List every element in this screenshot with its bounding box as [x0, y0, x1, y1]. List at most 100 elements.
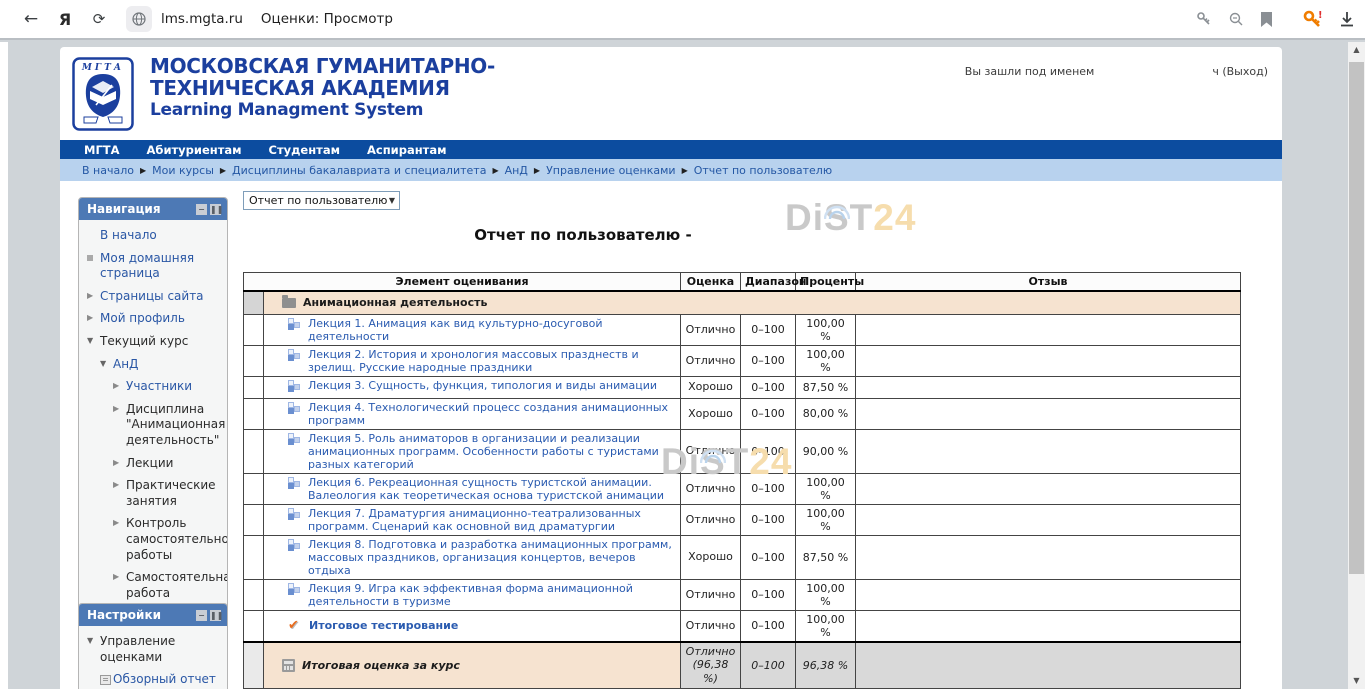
table-row: Лекция 6. Рекреационная сущность туристс…: [244, 473, 1241, 504]
lesson-icon: [288, 349, 301, 362]
lesson-icon: [288, 477, 301, 490]
grade-value: Отлично(90,00 %): [681, 429, 741, 473]
grade-item-link[interactable]: Лекция 8. Подготовка и разработка анимац…: [288, 538, 676, 577]
grade-item-link[interactable]: Лекция 7. Драматургия анимационно-театра…: [288, 507, 676, 533]
grade-item-link[interactable]: Лекция 6. Рекреационная сущность туристс…: [288, 476, 676, 502]
sidebar-item[interactable]: ▼Текущий курс: [87, 334, 221, 350]
sidebar-item[interactable]: Обзорный отчет: [87, 672, 221, 688]
yandex-logo-icon[interactable]: Я: [48, 10, 82, 29]
sidebar-item[interactable]: ▼АнД: [87, 357, 221, 373]
logout-link[interactable]: ч (Выход): [1212, 65, 1268, 78]
lesson-icon: [288, 539, 301, 552]
breadcrumb-link[interactable]: В начало: [82, 164, 134, 177]
download-icon[interactable]: [1339, 11, 1355, 28]
sidebar-item-label: Участники: [126, 379, 192, 395]
grade-value: Отлично(100,00 %): [681, 610, 741, 642]
sidebar-item-label: Страницы сайта: [100, 289, 204, 305]
collapse-block-icon[interactable]: −: [196, 204, 207, 215]
sidebar-item[interactable]: ▶Практические занятия: [87, 478, 221, 509]
item-title: Лекция 8. Подготовка и разработка анимац…: [308, 538, 676, 577]
sidebar-item-label: Текущий курс: [100, 334, 188, 350]
course-total-row: Итоговая оценка за курс Отлично(96,38 %)…: [244, 642, 1241, 689]
sidebar-item[interactable]: ▶Мой профиль: [87, 311, 221, 327]
chevron-right-icon: ▶: [113, 402, 126, 449]
sidebar-item[interactable]: ▼Управление оценками: [87, 634, 221, 665]
settings-block-header: Настройки −❚❚: [79, 604, 227, 626]
page-scrollbar[interactable]: ▲ ▼: [1348, 42, 1365, 689]
grade-item-link[interactable]: ✔Итоговое тестирование: [288, 619, 458, 632]
search-icon[interactable]: [1228, 11, 1244, 27]
breadcrumb-link[interactable]: Управление оценками: [546, 164, 676, 177]
grade-item-link[interactable]: Лекция 3. Сущность, функция, типология и…: [288, 379, 657, 393]
sidebar-item[interactable]: Моя домашняя страница: [87, 251, 221, 282]
site-header: МГТА МОСКОВСКАЯ ГУМАНИТАРНО- ТЕХНИЧЕСКАЯ…: [60, 47, 1282, 140]
main-menu-item[interactable]: МГТА: [84, 143, 120, 157]
grade-item-link[interactable]: Лекция 2. История и хронология массовых …: [288, 348, 676, 374]
grade-value: Отлично(100,00 %): [681, 314, 741, 345]
back-icon[interactable]: ←: [14, 9, 48, 29]
sidebar-item[interactable]: ▶Контроль самостоятельной работы: [87, 516, 221, 563]
url-text[interactable]: lms.mgta.ru: [161, 11, 243, 27]
grade-item-link[interactable]: Лекция 9. Игра как эффективная форма ани…: [288, 582, 676, 608]
sidebar-item-label: Контроль самостоятельной работы: [126, 516, 228, 563]
scrollbar-thumb[interactable]: [1349, 62, 1364, 574]
breadcrumb-separator-icon: ▶: [140, 166, 146, 175]
item-title: Лекция 6. Рекреационная сущность туристс…: [308, 476, 676, 502]
main-menu: МГТА Абитуриентам Студентам Аспирантам: [60, 140, 1282, 159]
feedback-cell: [856, 610, 1241, 642]
page-title: Отчет по пользователю -: [243, 226, 1263, 244]
collapse-block-icon[interactable]: −: [196, 610, 207, 621]
report-type-select[interactable]: Отчет по пользователю▼: [243, 191, 400, 210]
sidebar-item[interactable]: ▶Участники: [87, 379, 221, 395]
table-row: Лекция 8. Подготовка и разработка анимац…: [244, 535, 1241, 579]
lesson-icon: [288, 318, 301, 331]
academy-title: МОСКОВСКАЯ ГУМАНИТАРНО- ТЕХНИЧЕСКАЯ АКАД…: [150, 55, 495, 120]
sidebar-item[interactable]: ▶Страницы сайта: [87, 289, 221, 305]
main-menu-item[interactable]: Аспирантам: [367, 143, 446, 157]
password-key-icon[interactable]: [1196, 11, 1212, 27]
no-bullet: [87, 228, 100, 244]
item-title: Лекция 3. Сущность, функция, типология и…: [308, 379, 657, 393]
table-row: Лекция 4. Технологический процесс создан…: [244, 398, 1241, 429]
breadcrumb-link[interactable]: АнД: [505, 164, 528, 177]
breadcrumb-link[interactable]: Отчет по пользователю: [694, 164, 832, 177]
scroll-up-icon[interactable]: ▲: [1348, 42, 1365, 58]
breadcrumb-link[interactable]: Дисциплины бакалавриата и специалитета: [232, 164, 486, 177]
grade-value: Отлично(100,00 %): [681, 345, 741, 376]
sidebar-item[interactable]: В начало: [87, 228, 221, 244]
scroll-down-icon[interactable]: ▼: [1348, 673, 1365, 689]
grade-item-link[interactable]: Лекция 5. Роль аниматоров в организации …: [288, 432, 676, 471]
grade-value: Хорошо(80,00 %): [681, 398, 741, 429]
bookmark-icon[interactable]: [1260, 12, 1273, 27]
navigation-block: Навигация −❚❚ В началоМоя домашняя стран…: [78, 197, 228, 642]
item-title: Лекция 2. История и хронология массовых …: [308, 348, 676, 374]
grade-item-link[interactable]: Лекция 4. Технологический процесс создан…: [288, 401, 676, 427]
browser-toolbar: ← Я ⟳ lms.mgta.ru Оценки: Просмотр !: [0, 0, 1365, 40]
chevron-right-icon: ▶: [113, 516, 126, 563]
item-title: Лекция 9. Игра как эффективная форма ани…: [308, 582, 676, 608]
main-menu-item[interactable]: Абитуриентам: [147, 143, 242, 157]
grade-item-link[interactable]: Лекция 1. Анимация как вид культурно-дос…: [288, 317, 676, 343]
dock-block-icon[interactable]: ❚❚: [210, 610, 221, 621]
sidebar-item[interactable]: ▶Лекции: [87, 456, 221, 472]
dock-block-icon[interactable]: ❚❚: [210, 204, 221, 215]
main-menu-item[interactable]: Студентам: [269, 143, 340, 157]
feedback-cell: [856, 398, 1241, 429]
item-title: Лекция 5. Роль аниматоров в организации …: [308, 432, 676, 471]
protect-key-alert-icon[interactable]: !: [1303, 10, 1323, 28]
sidebar-item[interactable]: ▶Самостоятельная работа: [87, 570, 221, 601]
svg-text:!: !: [1318, 10, 1323, 21]
breadcrumb-link[interactable]: Мои курсы: [152, 164, 214, 177]
item-title: Лекция 1. Анимация как вид культурно-дос…: [308, 317, 676, 343]
sidebar-item[interactable]: ▶Дисциплина "Анимационная деятельность": [87, 402, 221, 449]
feedback-cell: [856, 376, 1241, 398]
chevron-right-icon: ▶: [87, 311, 100, 327]
address-bar[interactable]: lms.mgta.ru Оценки: Просмотр: [126, 6, 393, 32]
range-value: 0–100: [741, 535, 796, 579]
course-total-percent: 96,38 %: [796, 642, 856, 689]
percent-value: 87,50 %: [796, 535, 856, 579]
sidebar-item-label: В начало: [100, 228, 157, 244]
reload-icon[interactable]: ⟳: [82, 10, 116, 28]
item-title: Лекция 4. Технологический процесс создан…: [308, 401, 676, 427]
col-header-grade: Оценка: [681, 273, 741, 292]
